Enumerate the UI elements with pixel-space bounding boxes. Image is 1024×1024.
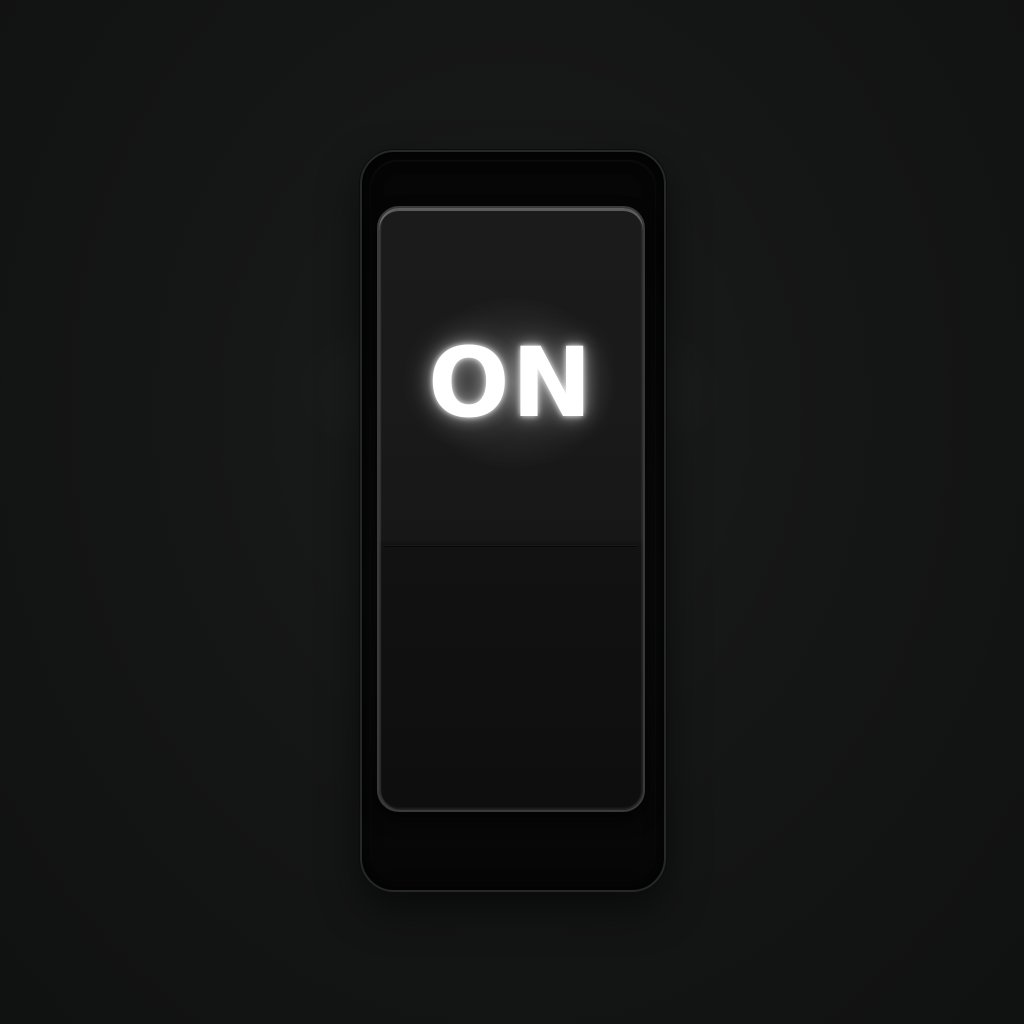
rocker-seam <box>385 546 637 547</box>
switch-plate: ON <box>0 0 1024 1024</box>
switch-state-label: ON <box>428 327 594 439</box>
rocker-toggle-switch[interactable]: ON <box>377 206 645 812</box>
